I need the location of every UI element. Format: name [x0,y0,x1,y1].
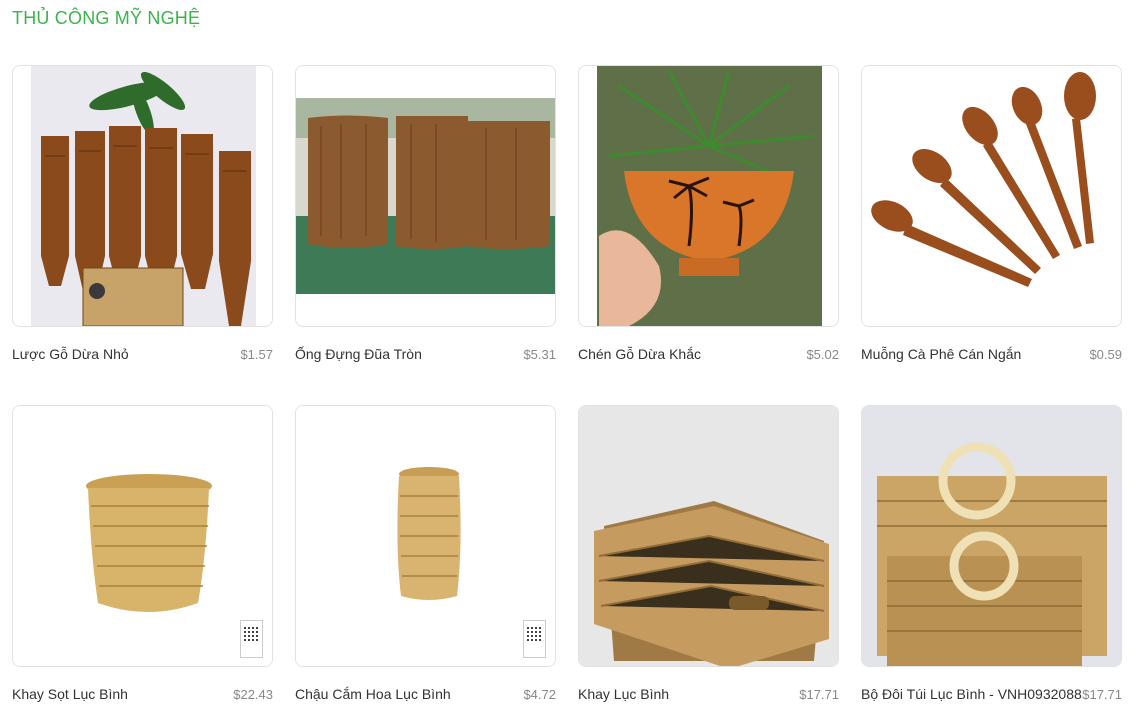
product-image[interactable] [578,405,839,667]
product-card[interactable]: Khay Lục Bình $17.71 [578,405,839,710]
product-name[interactable]: Ống Đựng Đũa Tròn [295,346,422,362]
product-image[interactable] [861,65,1122,327]
product-image[interactable] [12,65,273,327]
product-card[interactable]: Muỗng Cà Phê Cán Ngắn $0.59 [861,65,1122,405]
product-price: $5.31 [523,347,556,362]
product-name[interactable]: Khay Sọt Lục Bình [12,686,128,702]
product-name[interactable]: Chén Gỗ Dừa Khắc [578,346,701,362]
product-card[interactable]: Chén Gỗ Dừa Khắc $5.02 [578,65,839,405]
product-image[interactable] [861,405,1122,667]
product-image[interactable] [295,405,556,667]
product-card[interactable]: Lược Gỗ Dừa Nhỏ $1.57 [12,65,273,405]
product-image[interactable] [295,65,556,327]
section-title: THỦ CÔNG MỸ NGHỆ [12,8,201,28]
product-card[interactable]: Bộ Đôi Túi Lục Bình - VNH0932088 $17.71 [861,405,1122,710]
product-name[interactable]: Lược Gỗ Dừa Nhỏ [12,346,129,362]
qr-code-icon [240,620,263,658]
product-card[interactable]: Ống Đựng Đũa Tròn $5.31 [295,65,556,405]
product-price: $5.02 [806,347,839,362]
product-price: $22.43 [233,687,273,702]
product-price: $0.59 [1089,347,1122,362]
product-name[interactable]: Bộ Đôi Túi Lục Bình - VNH0932088 [861,686,1082,702]
product-price: $17.71 [1082,687,1122,702]
product-image[interactable] [12,405,273,667]
product-price: $17.71 [799,687,839,702]
product-price: $4.72 [523,687,556,702]
product-card[interactable]: Khay Sọt Lục Bình $22.43 [12,405,273,710]
product-name[interactable]: Khay Lục Bình [578,686,669,702]
product-grid: Lược Gỗ Dừa Nhỏ $1.57 Ống Đựng Đũa Tròn … [12,65,1122,710]
product-image[interactable] [578,65,839,327]
product-name[interactable]: Muỗng Cà Phê Cán Ngắn [861,346,1021,362]
product-price: $1.57 [240,347,273,362]
qr-code-icon [523,620,546,658]
product-name[interactable]: Chậu Cắm Hoa Lục Bình [295,686,451,702]
product-card[interactable]: Chậu Cắm Hoa Lục Bình $4.72 [295,405,556,710]
